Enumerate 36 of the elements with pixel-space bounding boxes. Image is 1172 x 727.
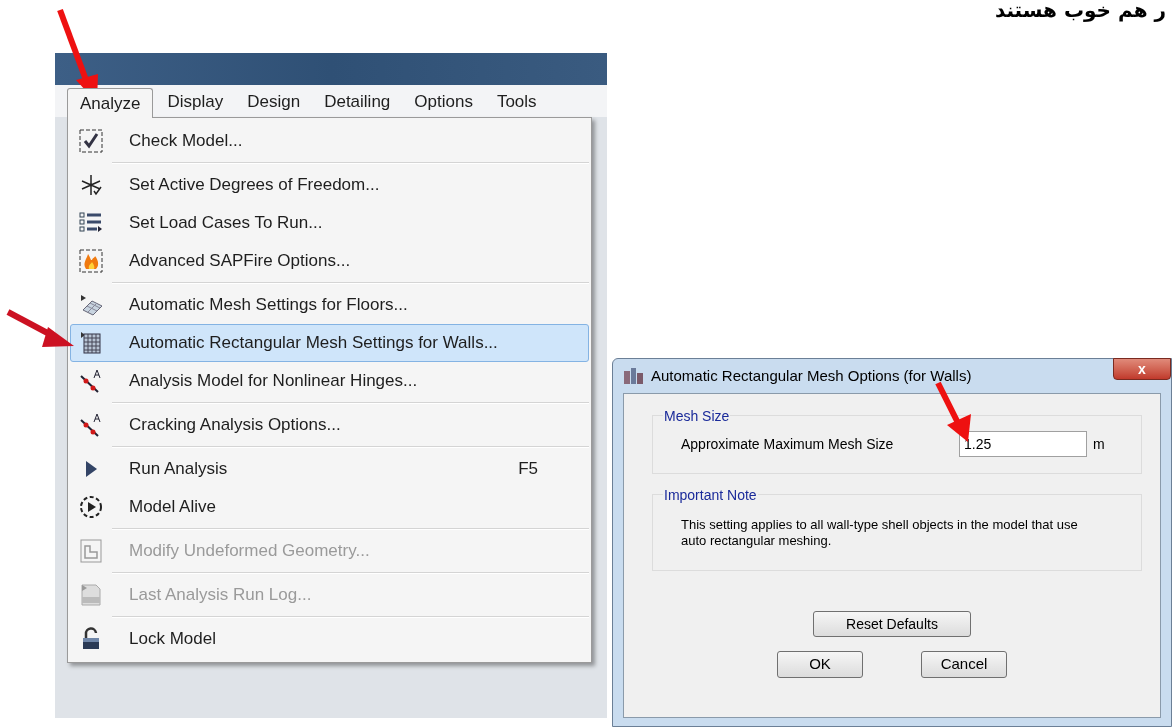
caption-text: ر هم خوب هستند: [994, 0, 1166, 20]
pointer-arrow: [6, 309, 74, 347]
menu-item[interactable]: Lock Model: [70, 620, 589, 658]
menu-bar-item[interactable]: Design: [237, 87, 311, 117]
menu-bar-item[interactable]: Display: [157, 87, 234, 117]
close-button[interactable]: x: [1113, 358, 1171, 380]
menu-item[interactable]: Analysis Model for Nonlinear Hinges...: [70, 362, 589, 400]
play-circle-icon: [78, 494, 104, 520]
mesh-plate-icon: [78, 292, 104, 318]
menu-item[interactable]: Run Analysis F5: [70, 450, 589, 488]
note-text: This setting applies to all wall-type shell objects in the model that use auto rectangular meshing.: [681, 517, 1079, 549]
mesh-size-field[interactable]: 1.25: [959, 431, 1087, 457]
dialog-button[interactable]: Cancel: [921, 651, 1007, 678]
dialog-button[interactable]: OK: [777, 651, 863, 678]
unit-label: m: [1093, 434, 1105, 454]
menu-item[interactable]: Set Active Degrees of Freedom...: [70, 166, 589, 204]
menu-item[interactable]: Automatic Rectangular Mesh Settings for Walls...: [70, 324, 589, 362]
menu-item[interactable]: Check Model...: [70, 122, 589, 160]
check-icon: [78, 128, 104, 154]
menu-item[interactable]: Cracking Analysis Options...: [70, 406, 589, 444]
flame-icon: [78, 248, 104, 274]
menu-bar-item[interactable]: Options: [404, 87, 483, 117]
log-file-icon: [78, 582, 104, 608]
dialog-title: Automatic Rectangular Mesh Options (for Walls): [651, 365, 972, 386]
menu-item[interactable]: Model Alive: [70, 488, 589, 526]
menu-item[interactable]: Advanced SAPFire Options...: [70, 242, 589, 280]
menu-item[interactable]: Set Load Cases To Run...: [70, 204, 589, 242]
menu-bar-item[interactable]: Detailing: [314, 87, 401, 117]
geometry-icon: [78, 538, 104, 564]
building-icon: [623, 367, 645, 385]
grid-icon: [78, 330, 104, 356]
reset-defaults-button[interactable]: Reset Defaults: [813, 611, 971, 637]
menu-item[interactable]: Automatic Mesh Settings for Floors...: [70, 286, 589, 324]
menu-bar-item[interactable]: Tools: [486, 87, 547, 117]
menu-bar-item[interactable]: Analyze: [67, 88, 154, 118]
field-label: Approximate Maximum Mesh Size: [681, 434, 895, 454]
